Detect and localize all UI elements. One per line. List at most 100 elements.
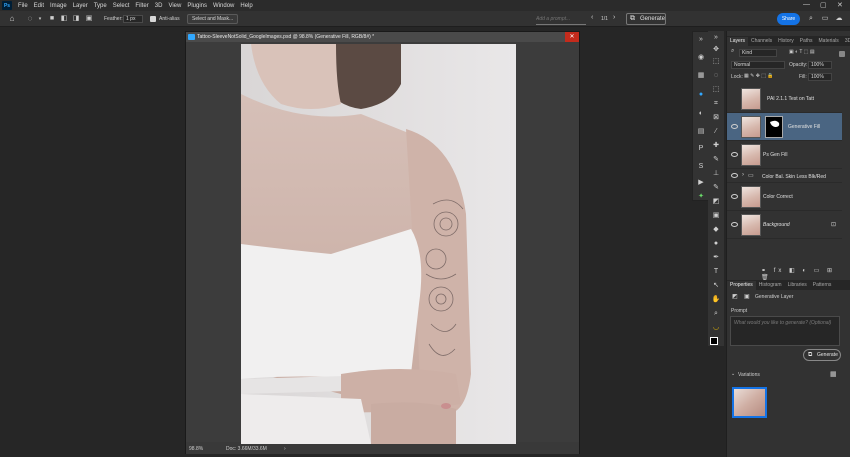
tab-paths[interactable]: Paths [797,37,816,46]
variations-chevron-icon[interactable]: ⌄ [731,371,735,377]
minimize-button[interactable]: — [803,1,810,8]
tab-3d[interactable]: 3D [842,37,850,46]
new-selection-icon[interactable]: ■ [47,14,57,24]
layer-row[interactable]: Background ⊡ [727,211,842,239]
chevron-down-icon[interactable]: ▾ [35,14,45,24]
menu-help[interactable]: Help [240,3,252,9]
layer-row[interactable]: Ps Gen Fill [727,141,842,169]
maximize-button[interactable]: ▢ [820,1,827,9]
blur-tool-icon[interactable]: ◆ [710,225,722,235]
menu-plugins[interactable]: Plugins [187,3,207,9]
menu-edit[interactable]: Edit [34,3,44,9]
paragraph-icon[interactable]: P [695,144,707,154]
type-tool-icon[interactable]: T [710,267,722,277]
chevron-right-icon[interactable]: › [613,14,615,21]
menu-type[interactable]: Type [94,3,107,9]
tab-layers[interactable]: Layers [727,37,749,46]
variation-thumbnail[interactable] [732,387,767,418]
swatches-icon[interactable]: ▦ [695,71,707,81]
healing-icon[interactable]: ✚ [710,141,722,151]
visibility-eye-icon[interactable] [731,152,738,157]
lock-options-icon[interactable]: ▦ ✎ ✥ ⬚ 🔒 [744,73,774,79]
opacity-input[interactable]: 100% [808,61,832,69]
zoom-level[interactable]: 98.8% [189,444,203,454]
lasso-icon[interactable]: ◌ [710,71,722,81]
mask-mode-icon[interactable]: ▣ [744,293,750,300]
layers-footer-icons[interactable]: ⚭ fx ◧ ◐ ▭ ⊞ 🗑 [761,267,850,281]
menu-3d[interactable]: 3D [155,3,163,9]
select-and-mask-button[interactable]: Select and Mask... [187,14,239,24]
lasso-tool-icon[interactable]: ◌ [25,14,35,24]
eraser-icon[interactable]: ◩ [710,197,722,207]
workspace-icon[interactable]: ▭ [820,14,830,24]
tab-libraries[interactable]: Libraries [785,281,810,290]
eyedropper-icon[interactable]: ⁄ [710,127,722,137]
tab-history[interactable]: History [775,37,797,46]
antialias-checkbox[interactable] [150,16,156,22]
foreground-color-swatch[interactable] [710,337,718,345]
kind-select[interactable]: Kind [739,49,777,57]
cloud-icon[interactable]: ☁ [834,14,844,24]
object-select-icon[interactable]: ⬚ [710,85,722,95]
prompt-input[interactable] [536,13,586,25]
path-select-icon[interactable]: ↖ [710,281,722,291]
play-icon[interactable]: ▶ [695,178,707,188]
visibility-eye-icon[interactable] [731,173,738,178]
menu-select[interactable]: Select [113,3,130,9]
visibility-eye-icon[interactable] [731,194,738,199]
gradient-tool-icon[interactable]: ▣ [710,211,722,221]
hand-tool-icon[interactable]: ✋ [710,295,722,305]
canvas-photo[interactable] [241,44,516,444]
filter-pixel-icon[interactable]: ▣ ◐ T ⬚ ▤ [789,49,815,55]
chevron-left-icon[interactable]: ‹ [591,14,593,21]
stamp-icon[interactable]: ⊥ [710,169,722,179]
canvas-area[interactable] [186,42,579,444]
menu-image[interactable]: Image [50,3,67,9]
generate-button-top[interactable]: ⧉ Generate [626,13,666,25]
add-selection-icon[interactable]: ◧ [59,14,69,24]
patterns-icon[interactable]: ▤ [695,127,707,137]
status-chevron-icon[interactable]: › [284,444,286,454]
menu-view[interactable]: View [168,3,181,9]
menu-file[interactable]: File [18,3,28,9]
brush-icon[interactable]: ✎ [710,155,722,165]
subtract-selection-icon[interactable]: ◨ [71,14,81,24]
crop-tool-icon[interactable]: ⌗ [710,99,722,109]
visibility-eye-icon[interactable] [731,124,738,129]
close-window-button[interactable]: ✕ [837,1,843,9]
filter-toggle[interactable] [839,51,845,57]
tab-materials[interactable]: Materials [816,37,842,46]
menu-filter[interactable]: Filter [135,3,148,9]
zoom-tool-icon[interactable]: ⌕ [710,309,722,319]
doc-size[interactable]: Doc: 3.66M/33.6M [226,444,267,454]
home-icon[interactable]: ⌂ [7,14,17,24]
layer-group-row[interactable]: › ▭ Color Bal. Skin Less Blk/Red [727,169,842,183]
generate-button[interactable]: ⧉ Generate [803,349,841,361]
share-button[interactable]: Share [777,13,800,25]
search-icon[interactable]: ⌕ [806,14,816,24]
tab-histogram[interactable]: Histogram [756,281,785,290]
intersect-selection-icon[interactable]: ▣ [84,14,94,24]
banana-icon[interactable]: ◡ [710,323,722,333]
grid-view-icon[interactable]: ▦ [830,370,837,378]
layer-mask-thumbnail[interactable] [765,116,783,138]
feather-input[interactable]: 1 px [123,15,143,23]
tab-properties[interactable]: Properties [727,281,756,290]
marquee-tool-icon[interactable]: ⬚ [710,57,722,67]
fill-input[interactable]: 100% [808,73,832,81]
frame-tool-icon[interactable]: ⊠ [710,113,722,123]
document-close-button[interactable]: ✕ [565,32,579,42]
dodge-tool-icon[interactable]: ● [710,239,722,249]
history-brush-icon[interactable]: ✎ [710,183,722,193]
menu-layer[interactable]: Layer [73,3,88,9]
tab-patterns[interactable]: Patterns [810,281,835,290]
blend-mode-select[interactable]: Normal [731,61,785,69]
tools-collapse-icon[interactable]: » [710,33,722,43]
plugin-icon[interactable]: ✦ [695,192,707,202]
gradient-icon[interactable]: ◐ [695,109,707,119]
color-icon[interactable]: ◉ [695,53,707,63]
styles-icon[interactable]: S [695,162,707,172]
visibility-eye-icon[interactable] [731,222,738,227]
group-chevron-icon[interactable]: › [742,172,744,178]
layer-row-selected[interactable]: Generative Fill [727,113,842,141]
